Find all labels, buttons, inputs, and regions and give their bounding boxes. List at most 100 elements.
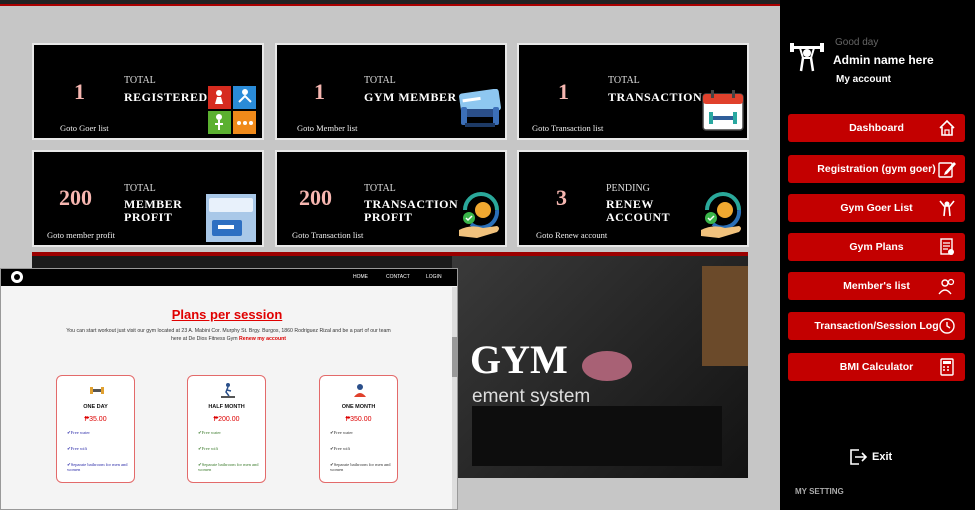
plan-feature: ✔Separate bathroom for men and women bbox=[67, 462, 128, 472]
dashboard-main: 1 TOTAL REGISTERED Goto Goer list 1 TOTA… bbox=[0, 0, 780, 510]
log-icon bbox=[937, 316, 957, 336]
nav-label: Registration (gym goer) bbox=[817, 163, 936, 175]
plans-heading: Plans per session bbox=[171, 307, 283, 322]
card-link[interactable]: Goto Renew account bbox=[536, 230, 607, 240]
card-small-label: PENDING bbox=[606, 183, 650, 194]
calendar-dumbbell-icon bbox=[701, 88, 745, 132]
plan-price: ₱350.00 bbox=[345, 416, 372, 423]
treadmill-icon bbox=[220, 382, 236, 398]
plans-intro-text: You can start workout just visit our gym… bbox=[66, 328, 391, 342]
calculator-icon bbox=[937, 357, 957, 377]
plan-feature: ✔Free wifi bbox=[198, 446, 219, 451]
card-big-label: TRANSACTION bbox=[608, 90, 703, 104]
card-small-label: TOTAL bbox=[124, 75, 156, 86]
nav-label: BMI Calculator bbox=[839, 361, 914, 373]
admin-name: Admin name here bbox=[833, 53, 934, 67]
card-big-label: MEMBER PROFIT bbox=[124, 197, 183, 224]
card-total-transaction-profit[interactable]: 200 TOTAL TRANSACTION PROFIT Goto Transa… bbox=[275, 150, 507, 247]
plan-card-half-month[interactable]: HALF MONTH ₱200.00 ✔Free water ✔Free wif… bbox=[187, 375, 266, 483]
scrollbar-thumb[interactable] bbox=[452, 337, 457, 377]
website-nav: HOME CONTACT LOGIN bbox=[1, 269, 457, 286]
card-pending-renew-account[interactable]: 3 PENDING RENEW ACCOUNT Goto Renew accou… bbox=[517, 150, 749, 247]
card-number: 1 bbox=[558, 79, 569, 104]
membership-card-icon bbox=[457, 88, 503, 131]
plan-price: ₱35.00 bbox=[84, 416, 107, 423]
exit-icon[interactable] bbox=[848, 447, 868, 467]
weightlifter-avatar-icon bbox=[790, 40, 824, 74]
nav-registration[interactable]: Registration (gym goer) bbox=[788, 155, 965, 183]
plan-price: ₱200.00 bbox=[213, 416, 240, 423]
home-icon bbox=[937, 118, 957, 138]
card-number: 3 bbox=[556, 185, 567, 210]
card-total-member-profit[interactable]: 200 TOTAL MEMBER PROFIT Goto member prof… bbox=[32, 150, 264, 247]
card-small-label: TOTAL bbox=[608, 75, 640, 86]
nav-label: Gym Goer List bbox=[840, 202, 913, 214]
nav-login-link[interactable]: LOGIN bbox=[426, 274, 442, 280]
nav-label: Gym Plans bbox=[849, 241, 904, 253]
plan-title: ONE MONTH bbox=[341, 404, 376, 410]
nav-home-link[interactable]: HOME bbox=[353, 274, 368, 280]
nav-contact-link[interactable]: CONTACT bbox=[386, 274, 410, 280]
nav-dashboard[interactable]: Dashboard bbox=[788, 114, 965, 142]
card-link[interactable]: Goto Goer list bbox=[60, 123, 109, 133]
card-link[interactable]: Goto Transaction list bbox=[532, 123, 603, 133]
plan-title: ONE DAY bbox=[83, 404, 108, 410]
plan-feature: ✔Free wifi bbox=[330, 446, 351, 451]
nav-transaction-log[interactable]: Transaction/Session Log bbox=[788, 312, 965, 340]
activity-tiles-icon bbox=[208, 86, 256, 134]
edit-icon bbox=[937, 159, 957, 179]
card-link[interactable]: Goto Member list bbox=[297, 123, 357, 133]
plan-feature: ✔Free water bbox=[198, 430, 221, 435]
card-total-gym-member[interactable]: 1 TOTAL GYM MEMBER Goto Member list bbox=[275, 43, 507, 140]
plan-feature: ✔Separate bathroom for men and women bbox=[198, 462, 259, 472]
document-icon bbox=[937, 237, 957, 257]
plan-feature: ✔Free water bbox=[330, 430, 353, 435]
plan-feature: ✔Free wifi bbox=[67, 446, 88, 451]
plan-card-one-day[interactable]: ONE DAY ₱35.00 ✔Free water ✔Free wifi ✔S… bbox=[56, 375, 135, 483]
renew-money-icon bbox=[699, 192, 747, 240]
top-bar bbox=[0, 0, 780, 6]
card-number: 200 bbox=[59, 185, 92, 210]
exit-button[interactable]: Exit bbox=[872, 451, 892, 463]
card-big-label: REGISTERED bbox=[124, 90, 208, 104]
card-link[interactable]: Goto member profit bbox=[47, 230, 115, 240]
hero-subtitle: ement system bbox=[472, 386, 591, 407]
membership-plan-icon bbox=[206, 194, 256, 242]
card-big-label: GYM MEMBER bbox=[364, 90, 457, 104]
nav-gym-goer-list[interactable]: Gym Goer List bbox=[788, 194, 965, 222]
nav-members-list[interactable]: Member's list bbox=[788, 272, 965, 300]
card-link[interactable]: Goto Transaction list bbox=[292, 230, 363, 240]
nav-gym-plans[interactable]: Gym Plans bbox=[788, 233, 965, 261]
trainer-avatar-icon bbox=[352, 382, 368, 398]
card-big-label: TRANSACTION PROFIT bbox=[364, 197, 459, 224]
plan-card-one-month[interactable]: ONE MONTH ₱350.00 ✔Free water ✔Free wifi… bbox=[319, 375, 398, 483]
site-logo-icon bbox=[11, 271, 23, 283]
trainer-icon bbox=[937, 198, 957, 218]
my-setting-link[interactable]: MY SETTING bbox=[795, 487, 844, 496]
greeting: Good day bbox=[835, 37, 879, 48]
dumbbell-icon bbox=[89, 382, 105, 398]
card-total-transaction[interactable]: 1 TOTAL TRANSACTION Goto Transaction lis… bbox=[517, 43, 749, 140]
renew-account-link[interactable]: Renew my account bbox=[239, 336, 286, 342]
card-number: 1 bbox=[74, 79, 85, 104]
nav-bmi-calculator[interactable]: BMI Calculator bbox=[788, 353, 965, 381]
plan-title: HALF MONTH bbox=[208, 404, 245, 410]
users-icon bbox=[937, 276, 957, 296]
nav-label: Dashboard bbox=[849, 122, 904, 134]
card-small-label: TOTAL bbox=[124, 183, 156, 194]
money-hand-icon bbox=[457, 192, 505, 240]
sidebar: Good day Admin name here My account Dash… bbox=[780, 0, 975, 510]
website-preview-window: HOME CONTACT LOGIN Plans per session You… bbox=[0, 268, 458, 510]
nav-label: Transaction/Session Log bbox=[814, 320, 939, 332]
plans-intro: You can start workout just visit our gym… bbox=[66, 327, 391, 343]
card-total-registered[interactable]: 1 TOTAL REGISTERED Goto Goer list bbox=[32, 43, 264, 140]
nav-label: Member's list bbox=[843, 280, 910, 292]
card-number: 1 bbox=[314, 79, 325, 104]
plan-feature: ✔Separate bathroom for men and women bbox=[330, 462, 391, 472]
my-account-link[interactable]: My account bbox=[836, 74, 891, 85]
card-small-label: TOTAL bbox=[364, 75, 396, 86]
hero-title: GYM bbox=[470, 337, 568, 382]
card-big-label: RENEW ACCOUNT bbox=[606, 197, 671, 224]
card-small-label: TOTAL bbox=[364, 183, 396, 194]
plan-feature: ✔Free water bbox=[67, 430, 90, 435]
